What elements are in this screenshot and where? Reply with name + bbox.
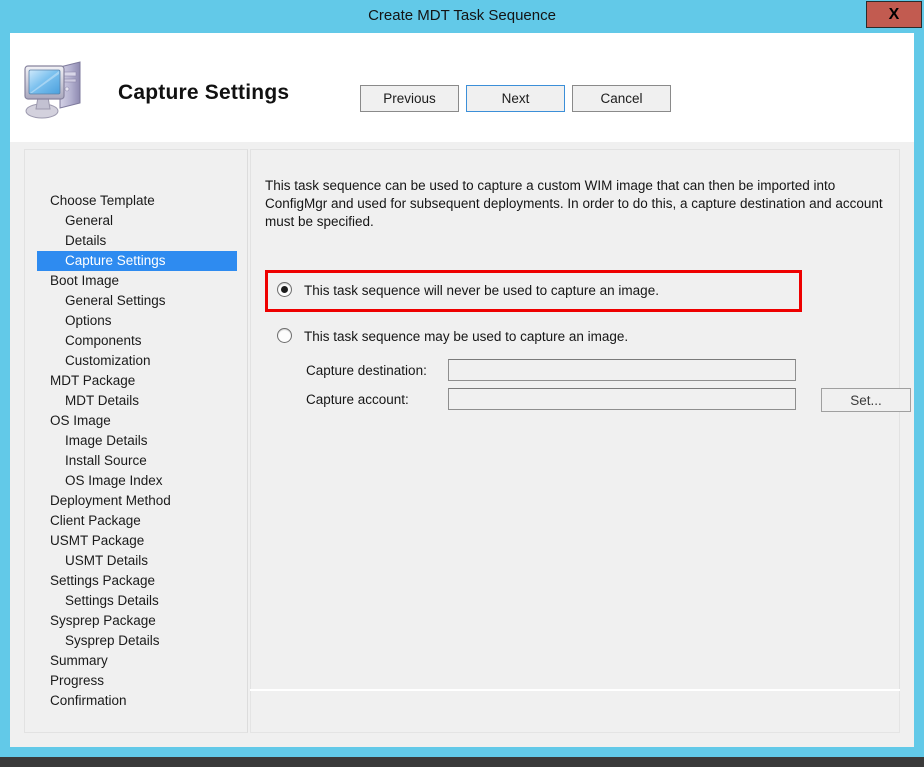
wizard-step-list: Choose TemplateGeneralDetailsCapture Set… [37, 191, 237, 711]
sidebar-item-mdt-details[interactable]: MDT Details [37, 391, 237, 411]
sidebar-item-progress[interactable]: Progress [37, 671, 237, 691]
radio-option-never-capture[interactable]: This task sequence will never be used to… [277, 282, 659, 298]
sidebar-item-confirmation[interactable]: Confirmation [37, 691, 237, 711]
sidebar-item-deployment-method[interactable]: Deployment Method [37, 491, 237, 511]
sidebar-item-usmt-package[interactable]: USMT Package [37, 531, 237, 551]
page-title: Capture Settings [118, 81, 289, 105]
sidebar-item-options[interactable]: Options [37, 311, 237, 331]
previous-button[interactable]: Previous [360, 85, 459, 112]
capture-destination-input[interactable] [448, 359, 796, 381]
set-capture-account-button[interactable]: Set... [821, 388, 911, 412]
sidebar-item-general[interactable]: General [37, 211, 237, 231]
intro-description: This task sequence can be used to captur… [265, 177, 885, 231]
sidebar-item-customization[interactable]: Customization [37, 351, 237, 371]
computer-monitor-tower-icon [22, 55, 92, 121]
sidebar-item-details[interactable]: Details [37, 231, 237, 251]
sidebar-item-capture-settings[interactable]: Capture Settings [37, 251, 237, 271]
wizard-step-sidebar: Choose TemplateGeneralDetailsCapture Set… [24, 149, 248, 733]
sidebar-item-os-image[interactable]: OS Image [37, 411, 237, 431]
capture-account-label: Capture account: [306, 392, 409, 407]
header-band: Capture Settings [10, 33, 914, 142]
sidebar-item-boot-image[interactable]: Boot Image [37, 271, 237, 291]
sidebar-item-settings-details[interactable]: Settings Details [37, 591, 237, 611]
sidebar-item-components[interactable]: Components [37, 331, 237, 351]
sidebar-item-usmt-details[interactable]: USMT Details [37, 551, 237, 571]
cancel-button[interactable]: Cancel [572, 85, 671, 112]
sidebar-item-mdt-package[interactable]: MDT Package [37, 371, 237, 391]
dialog-window: Create MDT Task Sequence X [0, 0, 924, 757]
sidebar-item-install-source[interactable]: Install Source [37, 451, 237, 471]
sidebar-item-sysprep-details[interactable]: Sysprep Details [37, 631, 237, 651]
capture-account-input[interactable] [448, 388, 796, 410]
title-bar: Create MDT Task Sequence X [0, 0, 924, 32]
capture-destination-label: Capture destination: [306, 363, 427, 378]
sidebar-item-client-package[interactable]: Client Package [37, 511, 237, 531]
radio-may-capture-label: This task sequence may be used to captur… [304, 329, 628, 344]
content-panel: This task sequence can be used to captur… [250, 149, 900, 689]
dialog-body: Capture Settings Choose TemplateGeneralD… [10, 33, 914, 747]
sidebar-item-choose-template[interactable]: Choose Template [37, 191, 237, 211]
radio-option-may-capture[interactable]: This task sequence may be used to captur… [277, 328, 628, 344]
sidebar-item-os-image-index[interactable]: OS Image Index [37, 471, 237, 491]
radio-may-capture-icon[interactable] [277, 328, 292, 343]
radio-never-capture-label: This task sequence will never be used to… [304, 283, 659, 298]
radio-never-capture-icon[interactable] [277, 282, 292, 297]
sidebar-item-summary[interactable]: Summary [37, 651, 237, 671]
sidebar-item-sysprep-package[interactable]: Sysprep Package [37, 611, 237, 631]
sidebar-item-image-details[interactable]: Image Details [37, 431, 237, 451]
sidebar-item-general-settings[interactable]: General Settings [37, 291, 237, 311]
footer-bar [250, 691, 900, 733]
close-button[interactable]: X [866, 1, 922, 28]
sidebar-item-settings-package[interactable]: Settings Package [37, 571, 237, 591]
window-title: Create MDT Task Sequence [0, 0, 924, 32]
next-button[interactable]: Next [466, 85, 565, 112]
